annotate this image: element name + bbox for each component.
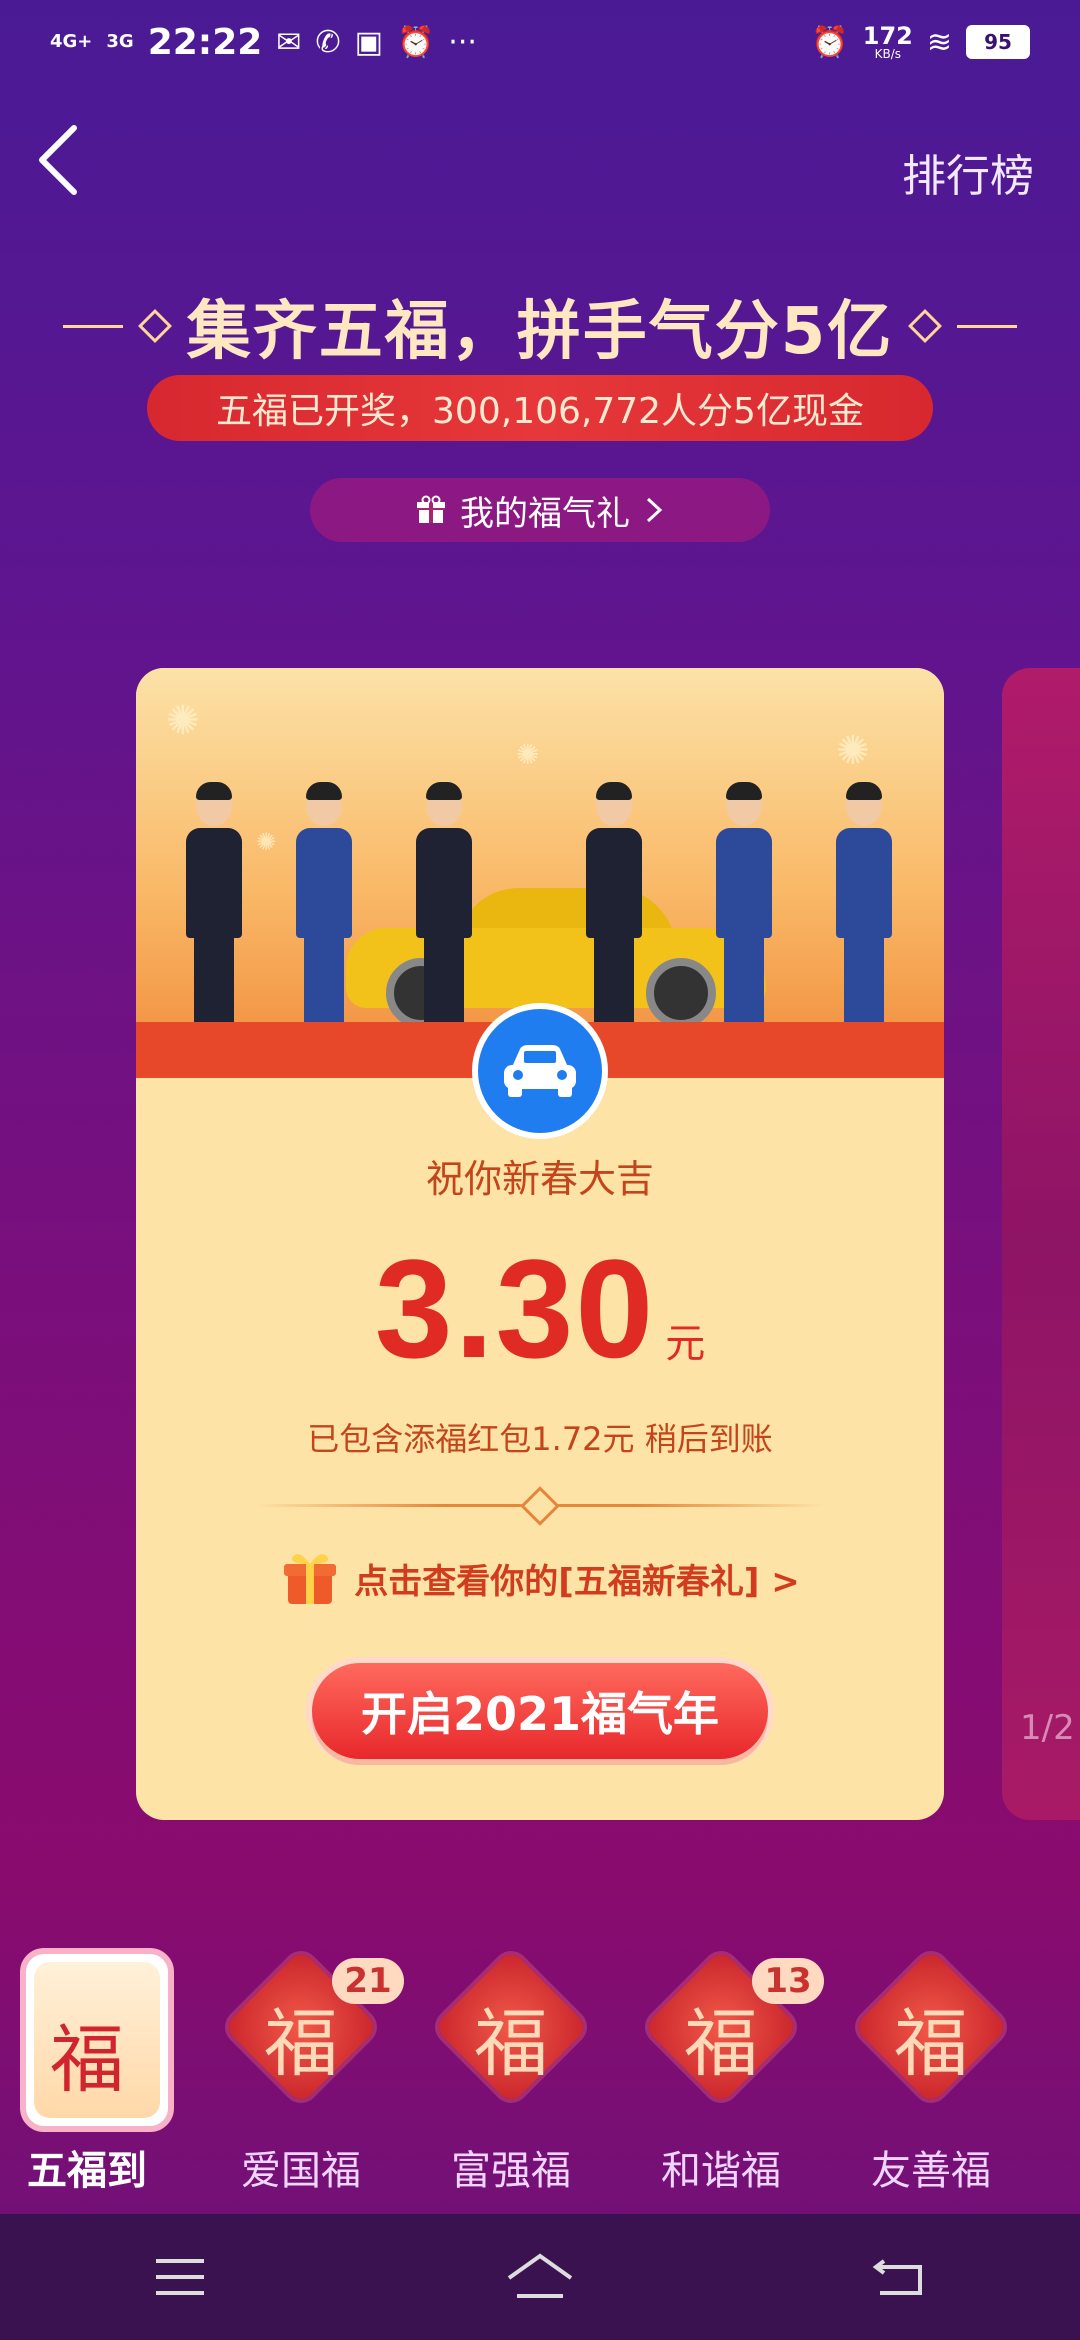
prize-amount-unit: 元	[665, 1321, 706, 1367]
status-right: ⏰ 172 KB/s ≋ 95	[811, 24, 1030, 60]
back-button[interactable]	[30, 120, 100, 210]
home-icon	[507, 2253, 573, 2298]
person-illustration	[716, 782, 772, 1028]
tab-label: 友善福	[871, 2148, 991, 2194]
person-illustration	[296, 782, 352, 1028]
signal-4g-icon: 4G+	[50, 31, 93, 52]
page-title: 集齐五福，拼手气分5亿	[186, 295, 894, 369]
return-icon	[872, 2259, 922, 2295]
person-illustration	[416, 782, 472, 1028]
alarm-status-icon: ⏰	[811, 24, 849, 60]
my-gift-label: 我的福气礼	[460, 493, 630, 534]
ranking-button[interactable]: 排行榜	[902, 140, 1034, 204]
count-badge: 21	[332, 1958, 404, 2004]
car-icon	[504, 1045, 576, 1097]
new-year-gift-link-text: 点击查看你的[五福新春礼] >	[354, 1561, 800, 1602]
gift-box-icon	[284, 1554, 337, 1604]
my-gift-button[interactable]: 我的福气礼	[310, 478, 770, 542]
status-bar: 4G+ 3G 22:22 ✉ ✆ ▣ ⏰ ··· ⏰ 172 KB/s ≋ 95	[0, 0, 1080, 84]
blessing-text: 祝你新春大吉	[425, 1157, 654, 1201]
menu-button[interactable]	[140, 2247, 220, 2307]
fortune-result-card[interactable]: ✺ ✺ ✺ ✺ 祝你新春大吉 3.30 元 已包含添福红包1.72元 稍后到账 …	[136, 668, 944, 1820]
alarm-icon: ⏰	[396, 24, 435, 60]
tab-label: 富强福	[451, 2148, 571, 2194]
clock-time: 22:22	[147, 21, 263, 63]
more-notifications: ···	[448, 24, 477, 60]
title-deco-line-right	[957, 324, 1018, 328]
count-badge: 13	[752, 1958, 824, 2004]
tab-fuqiang-fu[interactable]: 福 富强福	[424, 1948, 594, 2208]
firework-icon: ✺	[256, 828, 277, 856]
system-nav-bar	[0, 2214, 1080, 2340]
tab-aiguo-fu[interactable]: 福 21 爱国福	[214, 1948, 404, 2208]
prize-amount: 3.30 元	[136, 1228, 944, 1390]
car-wheel	[646, 958, 716, 1028]
battery-icon: 95	[966, 25, 1030, 59]
firework-icon: ✺	[836, 728, 870, 774]
headline-title-row: 集齐五福，拼手气分5亿	[62, 280, 1018, 372]
menu-icon	[156, 2259, 204, 2295]
title-deco-line-left	[62, 324, 123, 328]
title-deco-diamond-right	[908, 309, 943, 343]
speed-unit: KB/s	[874, 47, 901, 61]
home-button[interactable]	[500, 2247, 580, 2307]
telecom-icon: ✆	[315, 24, 341, 60]
fu-glyph: 福	[894, 2001, 968, 2087]
divider-diamond	[520, 1486, 560, 1526]
title-deco-diamond-left	[137, 309, 172, 343]
network-speed: 172 KB/s	[863, 24, 913, 60]
person-illustration	[836, 782, 892, 1028]
tab-youshan-fu[interactable]: 福 友善福	[844, 1948, 1014, 2208]
tab-label: 爱国福	[241, 2148, 361, 2194]
back-arrow-icon	[39, 125, 77, 195]
chevron-right-icon	[646, 497, 663, 523]
person-illustration	[586, 782, 642, 1028]
gallery-icon: ▣	[354, 24, 383, 60]
card-page-counter: 1/2	[1020, 1708, 1075, 1748]
prize-notice-banner: 五福已开奖，300,106,772人分5亿现金	[147, 375, 933, 441]
app-notification-icon: ✉	[276, 24, 302, 60]
start-fortune-year-button[interactable]: 开启2021福气年	[312, 1663, 768, 1759]
gift-icon	[417, 495, 445, 523]
back-nav-button[interactable]	[860, 2247, 940, 2307]
tab-hexie-fu[interactable]: 福 13 和谐福	[634, 1948, 824, 2208]
next-card-peek[interactable]: 1/2	[1002, 668, 1080, 1820]
fu-glyph: 福	[474, 2001, 548, 2087]
wifi-icon: ≋	[926, 24, 952, 60]
person-illustration	[186, 782, 242, 1028]
firework-icon: ✺	[516, 738, 540, 771]
tab-wufu-dao[interactable]: 福 五福到	[0, 1948, 174, 2208]
prize-amount-value: 3.30	[374, 1230, 656, 1387]
prize-detail: 已包含添福红包1.72元 稍后到账	[307, 1420, 773, 1458]
new-year-gift-link[interactable]: 点击查看你的[五福新春礼] >	[136, 1548, 944, 1608]
car-service-badge	[472, 1003, 608, 1139]
status-left: 4G+ 3G 22:22 ✉ ✆ ▣ ⏰ ···	[50, 22, 477, 63]
speed-value: 172	[862, 22, 913, 50]
section-divider	[256, 1486, 824, 1526]
fu-glyph: 福	[50, 2017, 124, 2103]
signal-3g-icon: 3G	[106, 31, 134, 52]
headline: 集齐五福，拼手气分5亿	[0, 280, 1080, 372]
tab-label: 五福到	[27, 2148, 147, 2194]
firework-icon: ✺	[166, 698, 200, 744]
top-navigation: 排行榜	[0, 110, 1080, 220]
tab-label: 和谐福	[661, 2148, 781, 2194]
blessing-tabs: 福 五福到 福 21 爱国福 福 富强福 福 13 和谐福 福 友善福	[0, 1948, 1080, 2208]
